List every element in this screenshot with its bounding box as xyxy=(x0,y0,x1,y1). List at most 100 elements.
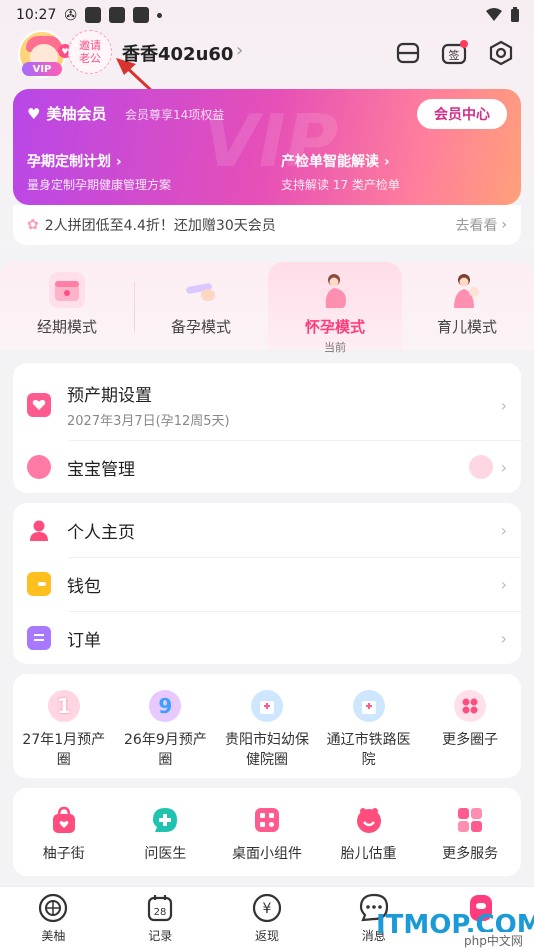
shopping-bag-icon xyxy=(48,804,80,836)
service-item[interactable]: 更多服务 xyxy=(419,804,521,864)
mode-label: 备孕模式 xyxy=(170,318,231,336)
calendar-heart-icon xyxy=(27,393,51,417)
member-center-button[interactable]: 会员中心 xyxy=(417,99,507,129)
pinwheel-icon: ✇ xyxy=(64,6,77,24)
member-title: ♥ 美柚会员 xyxy=(27,103,106,124)
service-item[interactable]: 柚子街 xyxy=(13,804,115,864)
circles-card: 1 27年1月预产圈 9 26年9月预产圈 贵阳市妇幼保 健院圈 通辽市铁路医院 … xyxy=(13,674,521,778)
mode-label: 怀孕模式 xyxy=(304,318,365,336)
nav-label: 美柚 xyxy=(41,929,66,943)
service-label: 问医生 xyxy=(144,846,187,862)
tab-parenting-mode[interactable]: 育儿模式 xyxy=(400,262,534,350)
pregnancy-plan-link[interactable]: 孕期定制计划 › xyxy=(27,151,122,171)
tab-pregnancy-mode[interactable]: 怀孕模式 当前 xyxy=(268,262,402,354)
menu-card: 个人主页 › 钱包 › 订单 › xyxy=(13,503,521,664)
menu-label: 钱包 xyxy=(67,576,101,597)
number-one-icon: 1 xyxy=(47,690,80,722)
circle-item[interactable]: 通辽市铁路医院 xyxy=(318,690,420,770)
diamond-heart-icon: ♥ xyxy=(27,104,41,123)
wallet-icon xyxy=(27,572,51,596)
circle-item[interactable]: 9 26年9月预产圈 xyxy=(115,690,217,770)
member-title-text: 美柚会员 xyxy=(46,105,107,123)
service-label: 柚子街 xyxy=(42,846,85,862)
mother-baby-icon xyxy=(449,272,485,308)
notification-icon xyxy=(132,7,149,23)
service-item[interactable]: 桌面小组件 xyxy=(216,804,318,864)
doctor-chat-icon xyxy=(149,804,181,836)
service-item[interactable]: 胎儿估重 xyxy=(318,804,420,864)
status-time: 10:27 xyxy=(16,7,57,23)
tab-trying-mode[interactable]: 备孕模式 xyxy=(134,262,268,350)
person-icon xyxy=(27,518,51,542)
menu-label: 个人主页 xyxy=(67,522,135,543)
scan-icon[interactable] xyxy=(393,38,423,68)
promo-action[interactable]: 去看看 xyxy=(455,215,497,235)
invite-husband-button[interactable]: 邀请 老公 xyxy=(68,30,112,74)
nav-label: 记录 xyxy=(148,929,173,943)
checkup-reading-link[interactable]: 产检单智能解读 › xyxy=(281,151,390,171)
circle-label: 贵阳市妇幼保 健院圈 xyxy=(224,732,309,768)
notification-icon xyxy=(108,7,125,23)
gift-icon: ✿ xyxy=(27,217,39,233)
circle-item[interactable]: 贵阳市妇幼保 健院圈 xyxy=(216,690,318,770)
circle-label: 26年9月预产圈 xyxy=(124,732,207,768)
nav-cashback[interactable]: ¥ 返现 xyxy=(214,887,321,950)
baby-face-icon xyxy=(27,455,51,479)
invite-line2: 老公 xyxy=(79,52,101,65)
nav-meiyou[interactable]: 美柚 xyxy=(0,887,107,950)
service-item[interactable]: 问医生 xyxy=(115,804,217,864)
chevron-right-icon: › xyxy=(500,395,507,415)
member-card[interactable]: VIP ♥ 美柚会员 会员尊享14项权益 会员中心 孕期定制计划 › 量身定制孕… xyxy=(13,89,521,205)
hospital-icon xyxy=(250,690,283,722)
calendar-icon xyxy=(49,272,85,308)
due-date-title: 预产期设置 xyxy=(67,386,152,406)
chevron-right-icon: › xyxy=(500,520,507,540)
nav-label: 返现 xyxy=(254,929,279,943)
grapefruit-icon xyxy=(38,893,68,923)
divider xyxy=(69,440,521,441)
calendar-icon: 28 xyxy=(145,893,175,923)
yen-coin-icon: ¥ xyxy=(252,893,282,923)
due-date-value: 2027年3月7日(孕12周5天) xyxy=(67,414,230,429)
service-label: 胎儿估重 xyxy=(340,846,397,862)
chevron-right-icon: › xyxy=(500,628,507,648)
circle-item[interactable]: 1 27年1月预产圈 xyxy=(13,690,115,770)
circle-item[interactable]: 更多圈子 xyxy=(419,690,521,770)
status-bar: 10:27 ✇ xyxy=(0,0,534,30)
more-circles-icon xyxy=(454,690,487,722)
nav-record[interactable]: 28 记录 xyxy=(107,887,214,950)
number-nine-icon: 9 xyxy=(149,690,182,722)
tab-period-mode[interactable]: 经期模式 xyxy=(0,262,134,350)
more-services-icon xyxy=(454,804,486,836)
chevron-right-icon[interactable]: › xyxy=(236,40,243,61)
chevron-right-icon: › xyxy=(500,457,507,477)
menu-label: 订单 xyxy=(67,630,101,651)
circle-label: 27年1月预产圈 xyxy=(22,732,106,768)
hospital-icon xyxy=(352,690,385,722)
checkin-icon[interactable]: 签 xyxy=(439,38,469,68)
svg-text:¥: ¥ xyxy=(263,901,272,917)
battery-icon xyxy=(511,7,519,22)
menu-item-orders[interactable]: 订单 › xyxy=(13,611,521,665)
baby-avatar xyxy=(468,455,493,479)
services-card: 柚子街 问医生 桌面小组件 胎儿估重 更多服务 xyxy=(13,788,521,876)
username[interactable]: 香香402u60 xyxy=(122,40,233,66)
svg-text:28: 28 xyxy=(154,907,167,918)
settings-gear-icon[interactable] xyxy=(486,38,516,68)
pregnancy-settings-card: 预产期设置 2027年3月7日(孕12周5天) › 宝宝管理 › xyxy=(13,363,521,493)
notification-icon xyxy=(84,7,101,23)
chevron-right-icon: › xyxy=(501,217,507,233)
wifi-icon xyxy=(486,8,502,21)
due-date-setting[interactable]: 预产期设置 2027年3月7日(孕12周5天) › xyxy=(13,373,521,437)
mode-label: 经期模式 xyxy=(36,318,97,336)
promo-text: 2人拼团低至4.4折！还加赠30天会员 xyxy=(44,218,276,234)
menu-item-wallet[interactable]: 钱包 › xyxy=(13,557,521,611)
promo-banner[interactable]: ✿ 2人拼团低至4.4折！还加赠30天会员 去看看 › xyxy=(13,205,521,245)
menu-item-profile[interactable]: 个人主页 › xyxy=(13,503,521,557)
service-label: 桌面小组件 xyxy=(231,846,302,862)
widget-icon xyxy=(251,804,283,836)
mode-label: 育儿模式 xyxy=(436,318,497,336)
order-list-icon xyxy=(27,626,51,650)
more-notifications-icon xyxy=(156,12,162,18)
baby-management[interactable]: 宝宝管理 › xyxy=(13,443,521,491)
